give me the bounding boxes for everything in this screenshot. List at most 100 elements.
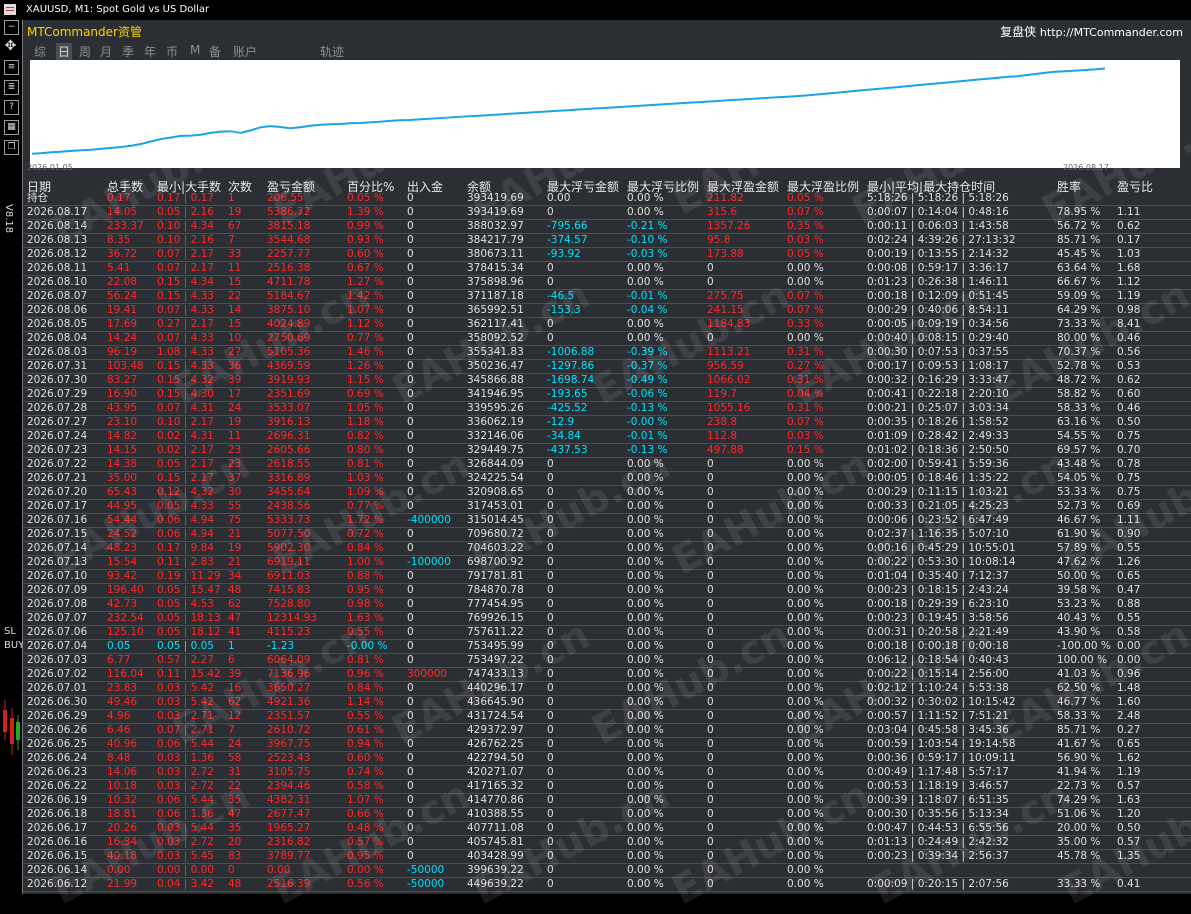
table-cell: 0 bbox=[407, 710, 414, 722]
brand-url-link[interactable]: http://MTCommander.com bbox=[1040, 26, 1183, 39]
table-cell: 2026.07.27 bbox=[27, 416, 88, 428]
table-cell: 2026.06.19 bbox=[27, 794, 88, 806]
table-cell: 33 bbox=[228, 248, 242, 260]
panel-toggle-icon[interactable]: ≡ bbox=[4, 60, 19, 75]
table-cell: 0.57 bbox=[1117, 836, 1141, 848]
table-cell: 14.24 bbox=[107, 332, 138, 344]
tab-10[interactable]: 账户 bbox=[233, 43, 257, 60]
table-row: 2026.07.13 15.54 0.11 | 2.83 21 6919.11 1.00 … bbox=[23, 556, 1191, 570]
tab-5[interactable]: 季 bbox=[122, 43, 134, 60]
table-cell: 2351.57 bbox=[267, 710, 311, 722]
tab-9[interactable]: 备 bbox=[209, 43, 221, 60]
table-cell: 1.27 % bbox=[347, 276, 384, 288]
table-cell: 0.27 | 2.17 bbox=[157, 318, 214, 330]
restore-icon[interactable]: ❐ bbox=[4, 140, 19, 155]
table-row: 2026.07.29 16.90 0.15 | 4.30 17 2351.69 0.69 … bbox=[23, 388, 1191, 402]
tab-3[interactable]: 周 bbox=[79, 43, 91, 60]
table-cell: 0.57 % bbox=[347, 836, 384, 848]
table-cell: -193.65 bbox=[547, 388, 588, 400]
tab-1[interactable]: 综 bbox=[34, 43, 46, 60]
table-cell: 53.23 % bbox=[1057, 598, 1101, 610]
table-cell: 0:00:31 | 0:20:58 | 2:21:49 bbox=[867, 626, 1009, 638]
table-cell: 39.58 % bbox=[1057, 584, 1101, 596]
table-cell: 0.00 % bbox=[627, 864, 664, 876]
table-cell: 0:00:19 | 0:13:55 | 2:14:32 bbox=[867, 248, 1009, 260]
table-cell: 2026.08.04 bbox=[27, 332, 88, 344]
table-cell: 103.48 bbox=[107, 360, 144, 372]
table-cell: 3919.93 bbox=[267, 374, 311, 386]
table-cell: 426762.25 bbox=[467, 738, 524, 750]
table-cell: 63.16 % bbox=[1057, 416, 1101, 428]
table-cell: 46.77 % bbox=[1057, 696, 1101, 708]
tab-4[interactable]: 月 bbox=[100, 43, 112, 60]
table-cell: 241.15 bbox=[707, 304, 744, 316]
table-cell: 0.05 | 4.53 bbox=[157, 598, 214, 610]
table-cell: 45.78 % bbox=[1057, 850, 1101, 862]
table-cell: 0.82 % bbox=[347, 430, 384, 442]
table-cell: 5105.36 bbox=[267, 346, 311, 358]
table-cell: 0 bbox=[707, 626, 714, 638]
table-cell: 317453.01 bbox=[467, 500, 524, 512]
settings-icon[interactable]: ▦ bbox=[4, 120, 19, 135]
table-cell: 2026.07.31 bbox=[27, 360, 88, 372]
table-cell: 0.00 % bbox=[787, 724, 824, 736]
table-cell: 0 bbox=[407, 486, 414, 498]
tab-7[interactable]: 币 bbox=[166, 43, 178, 60]
table-cell: 23.83 bbox=[107, 682, 138, 694]
table-row: 2026.07.07 232.54 0.05 | 18.13 47 12314.93 1.… bbox=[23, 612, 1191, 626]
table-cell: 2394.46 bbox=[267, 780, 311, 792]
table-cell: 0:00:23 | 0:39:34 | 2:56:37 bbox=[867, 850, 1009, 862]
move-icon[interactable]: ✥ bbox=[4, 39, 17, 53]
table-cell: 0.60 % bbox=[347, 752, 384, 764]
table-cell: 0.03 | 2.72 bbox=[157, 780, 214, 792]
table-cell: 7136.96 bbox=[267, 668, 311, 680]
table-cell: 0 bbox=[707, 262, 714, 274]
table-cell: 1357.26 bbox=[707, 220, 751, 232]
table-cell: 0 bbox=[407, 752, 414, 764]
table-cell: 2026.08.17 bbox=[27, 206, 88, 218]
help-icon[interactable]: ? bbox=[4, 100, 19, 115]
table-cell: 7415.83 bbox=[267, 584, 311, 596]
table-cell: 2026.07.02 bbox=[27, 668, 88, 680]
table-cell: 0:00:35 | 0:18:26 | 1:58:52 bbox=[867, 416, 1009, 428]
table-row: 2026.06.17 20.26 0.03 | 5.44 35 1965.27 0.48 … bbox=[23, 822, 1191, 836]
table-cell: 10 bbox=[228, 332, 242, 344]
table-row: 2026.07.20 65.43 0.12 | 4.32 30 3455.64 1.09 … bbox=[23, 486, 1191, 500]
table-cell: 0.03 % bbox=[787, 430, 824, 442]
tab-8[interactable]: M bbox=[190, 43, 200, 57]
table-cell: 0.07 | 4.33 bbox=[157, 304, 214, 316]
table-cell: 0 bbox=[407, 766, 414, 778]
tab-6[interactable]: 年 bbox=[144, 43, 156, 60]
table-cell: 2026.06.30 bbox=[27, 696, 88, 708]
menu-icon[interactable]: ≣ bbox=[4, 80, 19, 95]
table-cell: 0 bbox=[407, 570, 414, 582]
table-cell: 5386.72 bbox=[267, 206, 311, 218]
table-cell: 0.27 bbox=[1117, 724, 1141, 736]
tab-2[interactable]: 日 bbox=[56, 43, 73, 60]
minus-icon[interactable]: − bbox=[4, 20, 19, 35]
table-cell: 0.00 % bbox=[787, 276, 824, 288]
table-cell: 3105.75 bbox=[267, 766, 311, 778]
table-cell: 1.03 bbox=[1117, 248, 1141, 260]
table-cell: 8.35 bbox=[107, 234, 131, 246]
table-cell: 1.48 bbox=[1117, 682, 1141, 694]
table-cell: 0.50 bbox=[1117, 416, 1141, 428]
tab-11[interactable]: 轨迹 bbox=[320, 43, 344, 60]
table-cell: 0 bbox=[407, 682, 414, 694]
table-cell: 329449.75 bbox=[467, 444, 524, 456]
table-cell: 0 bbox=[547, 514, 554, 526]
table-cell: 8.48 bbox=[107, 752, 131, 764]
table-cell: 0.05 | 0.05 bbox=[157, 640, 214, 652]
table-cell: 0.00 % bbox=[627, 514, 664, 526]
table-cell: 0.95 % bbox=[347, 850, 384, 862]
table-cell: 0 bbox=[547, 206, 554, 218]
table-cell: 0:02:37 | 1:16:35 | 5:07:10 bbox=[867, 528, 1009, 540]
table-cell: 0.07 | 2.17 bbox=[157, 262, 214, 274]
table-cell: 34 bbox=[228, 570, 242, 582]
table-cell: 7 bbox=[228, 724, 235, 736]
table-row: 2026.07.01 23.83 0.03 | 5.42 16 3650.27 0.84 … bbox=[23, 682, 1191, 696]
table-cell: 0 bbox=[407, 430, 414, 442]
table-cell: 0 bbox=[547, 724, 554, 736]
table-cell: -50000 bbox=[407, 864, 445, 876]
table-cell: 0.00 % bbox=[627, 276, 664, 288]
